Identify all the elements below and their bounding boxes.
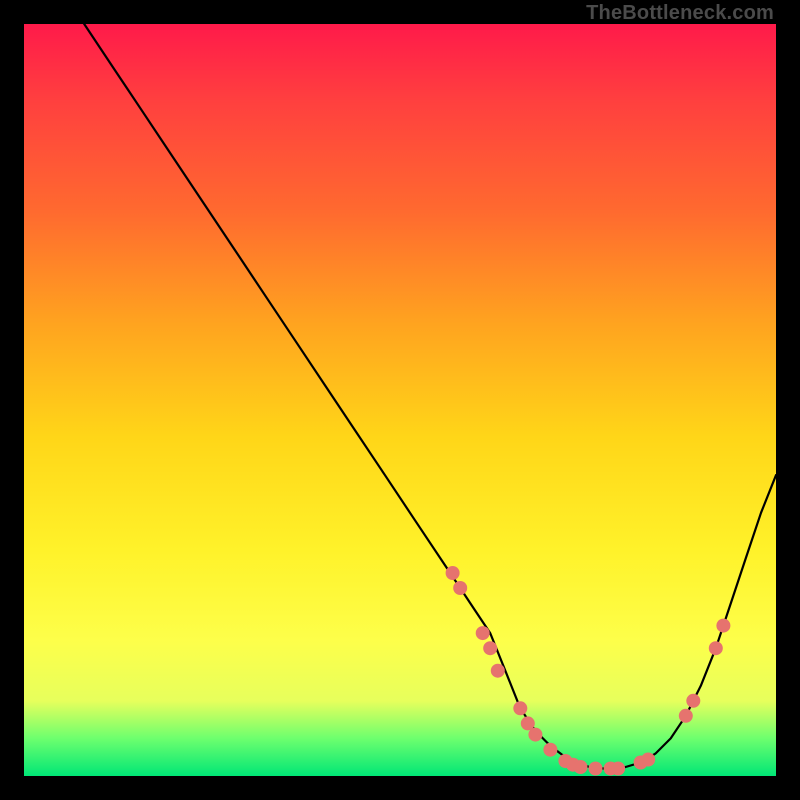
curve-marker [453,581,467,595]
curve-marker [611,762,625,776]
curve-marker [716,619,730,633]
plot-area [24,24,776,776]
curve-svg [24,24,776,776]
curve-marker [686,694,700,708]
curve-marker [543,743,557,757]
curve-markers [446,566,731,776]
curve-marker [483,641,497,655]
bottleneck-curve [84,24,776,769]
curve-marker [513,701,527,715]
curve-marker [709,641,723,655]
watermark-label: TheBottleneck.com [586,2,774,25]
curve-marker [476,626,490,640]
curve-marker [679,709,693,723]
curve-marker [574,760,588,774]
curve-marker [589,762,603,776]
curve-marker [528,728,542,742]
curve-marker [446,566,460,580]
curve-marker [641,753,655,767]
chart-frame: TheBottleneck.com [0,0,800,800]
curve-marker [491,664,505,678]
